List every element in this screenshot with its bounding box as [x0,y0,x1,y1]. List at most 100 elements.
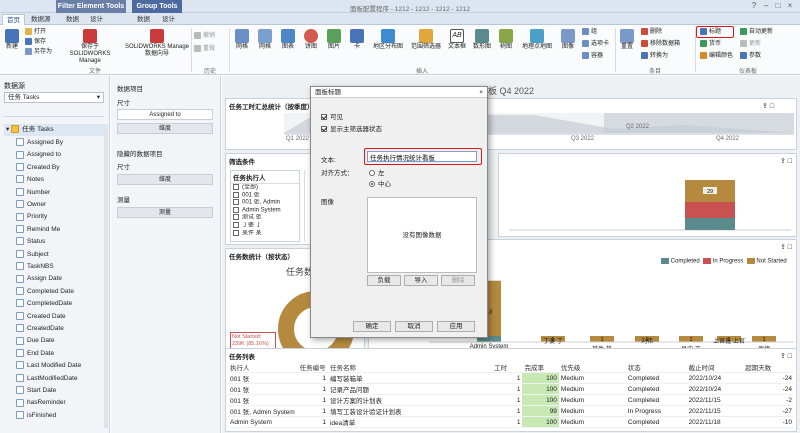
tab-design[interactable]: 设计 [86,14,107,25]
filter-option[interactable]: Admin System [231,206,299,215]
insert-textbox-button[interactable]: AB 文本框 [446,29,468,51]
remove-datasource-button[interactable]: 移除数据箱 [641,40,680,49]
field-item[interactable]: Completed Date [4,286,108,298]
close-icon[interactable]: × [479,87,483,98]
tab-datasource[interactable]: 数据源 [27,14,55,25]
insert-grid-button[interactable]: 网格 [232,29,252,51]
convert-to-button[interactable]: 转换为 [641,52,668,61]
field-item[interactable]: Subject [4,249,108,261]
ok-button[interactable]: 确定 [353,321,391,332]
column-header[interactable]: 状态 [625,362,687,373]
dimension-drop-zone[interactable]: 维度 [117,123,213,134]
insert-picture-button[interactable]: 图像 [558,29,578,51]
filter-option[interactable]: 001 张, Admin [231,199,299,207]
maximize-icon[interactable]: □ [788,244,792,251]
datasource-select[interactable]: 任务 Tasks ▾ [4,92,104,103]
field-item[interactable]: hasReminder [4,397,108,409]
bar-completed[interactable] [685,218,735,230]
column-header[interactable]: 截止时间 [686,362,744,373]
tree-root[interactable]: ▾ 任务 Tasks [4,124,108,136]
table-row[interactable]: 001 张, Admin System 1 填写工装设计验证计划表 1 99 Medium… [228,405,794,417]
column-header[interactable]: 优先级 [558,362,626,373]
sw-wizard-button[interactable]: SOLIDWORKS Manage 数据向导 [124,29,190,58]
cancel-button[interactable]: 取消 [395,321,433,332]
field-item[interactable]: Owner [4,199,108,211]
filter-option[interactable]: 某件 某 [231,229,299,238]
range-selection[interactable] [604,113,794,133]
maximize-icon[interactable]: □ [770,103,774,110]
insert-chart-button[interactable]: 图表 [278,29,298,51]
insert-card-button[interactable]: 卡 [347,29,367,51]
export-icon[interactable]: ⇪ [780,353,786,360]
help-icon[interactable]: ? [748,1,760,10]
align-left-radio[interactable]: 左 [369,167,385,177]
insert-treemap-button[interactable]: 树图 [496,29,516,51]
tab-group-design[interactable]: 设计 [158,14,179,25]
maximize-icon[interactable]: □ [788,158,792,165]
undo-button[interactable]: 撤销 [194,32,215,41]
field-item[interactable]: Assigned to [4,149,108,161]
table-row[interactable]: Admin System 1 idea清单 1 100 Medium Completed 20… [228,416,794,428]
field-item[interactable]: Assigned By [4,137,108,149]
field-item[interactable]: Last Modified Date [4,360,108,372]
field-item[interactable]: Priority [4,211,108,223]
redo-button[interactable]: 重做 [194,45,215,54]
insert-group-button[interactable]: 组 [582,28,597,37]
assigned-to-item[interactable]: Assigned to [117,109,213,120]
measure-drop-zone[interactable]: 测量 [117,207,213,218]
tab-data[interactable]: 数据 [62,14,83,25]
field-item[interactable]: isFinished [4,410,108,422]
field-item[interactable]: Number [4,187,108,199]
field-item[interactable]: TaskNBS [4,261,108,273]
delete-item-button[interactable]: 删除 [641,28,662,37]
field-item[interactable]: Assign Date [4,273,108,285]
export-icon[interactable]: ⇪ [762,103,768,110]
column-header[interactable]: 执行人 [228,362,298,373]
save-to-sw-button[interactable]: 保存于 SOLIDWORKS Manage [60,29,120,65]
field-item[interactable]: Start Date [4,385,108,397]
new-button[interactable]: 新建 [3,29,21,51]
field-item[interactable]: Remind Me [4,224,108,236]
insert-container-button[interactable]: 容器 [582,52,603,61]
field-item[interactable]: Created Date [4,311,108,323]
filter-option[interactable]: (全部) [231,184,299,192]
maximize-icon[interactable]: □ [788,353,792,360]
field-item[interactable]: Created By [4,162,108,174]
delete-image-button[interactable]: 删除 [441,275,475,286]
currency-button[interactable]: 货币 [700,40,721,49]
field-item[interactable]: CreatedDate [4,323,108,335]
column-header[interactable]: 超期天数 [743,362,794,373]
export-icon[interactable]: ⇪ [780,244,786,251]
field-item[interactable]: Due Date [4,335,108,347]
filter-option[interactable]: 测试 张 [231,214,299,222]
auto-update-button[interactable]: 自动更新 [740,28,773,37]
insert-pie-button[interactable]: 饼图 [301,29,321,51]
tab-home[interactable]: 首页 [2,14,25,25]
tab-group-data[interactable]: 数据 [133,14,154,25]
table-row[interactable]: 001 张 1 设计方案的计划表 1 100 Medium Completed 2022/11… [228,394,794,406]
field-item[interactable]: CompletedDate [4,298,108,310]
column-header[interactable]: 完成率 [522,362,559,373]
insert-pivot-button[interactable]: 网格 [255,29,275,51]
column-header[interactable]: 任务编号 [297,362,328,373]
bar-chart-top-panel[interactable]: ⇪ □ 29 [498,153,797,237]
filter-option[interactable]: 丁婆 丁 [231,221,299,230]
filter-option[interactable]: 001 张 [231,191,299,200]
field-item[interactable]: LastModifiedDate [4,373,108,385]
open-button[interactable]: 打开 [25,28,46,37]
owner-filter[interactable]: 任务执行人 (全部) 001 张 001 张, Admin Admin System 测… [230,170,300,242]
reset-button[interactable]: 重置 [618,29,636,51]
export-icon[interactable]: ⇪ [780,158,786,165]
save-as-button[interactable]: 另存为 [25,48,52,57]
align-center-radio[interactable]: 中心 [369,178,391,188]
task-table-panel[interactable]: 任务列表 ⇪ □ 执行人 任务编号 任务名称 工时 完成率 优先级 状态 截止时间 超期天数 00… [225,348,797,432]
table-row[interactable]: 001 张 1 记录产品问题 1 100 Medium Completed 2022/10/2… [228,383,794,395]
column-header[interactable]: 工时 [492,362,523,373]
load-image-button[interactable]: 负载 [367,275,401,286]
field-item[interactable]: Status [4,236,108,248]
minimize-icon[interactable]: – [760,1,772,10]
close-icon[interactable]: × [784,1,796,10]
hidden-dimension-zone[interactable]: 维度 [117,174,213,185]
insert-treeview-button[interactable]: 数形图 [471,29,493,51]
column-header[interactable]: 任务名称 [327,362,493,373]
